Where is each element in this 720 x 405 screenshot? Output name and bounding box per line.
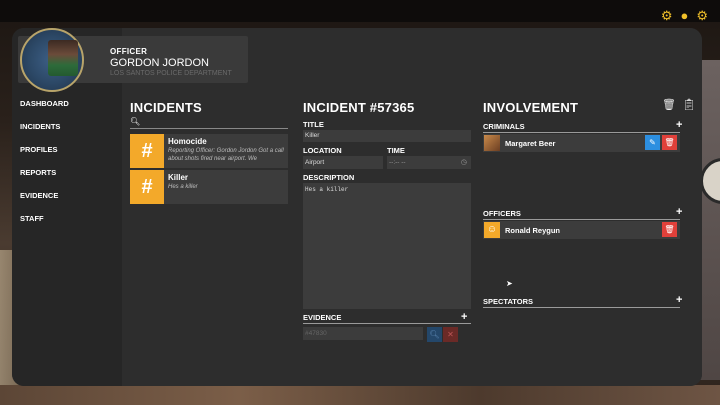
officer-department: LOS SANTOS POLICE DEPARTMENT [110, 70, 232, 77]
time-input[interactable]: --:-- -- ◷ [387, 156, 471, 169]
criminal-name: Margaret Beer [505, 139, 556, 148]
nav-dashboard[interactable]: DASHBOARD [20, 98, 69, 121]
time-label: TIME [387, 146, 405, 155]
clipboard-icon[interactable]: 📋︎ [682, 98, 696, 111]
add-evidence-button[interactable]: + [461, 312, 467, 323]
description-label: DESCRIPTION [303, 173, 355, 182]
hud-icons: ⚙ ● ⚙ [661, 8, 708, 24]
officer-row-name: Ronald Reygun [505, 226, 561, 235]
add-officer-button[interactable]: + [676, 207, 682, 218]
nav-evidence[interactable]: EVIDENCE [20, 190, 69, 213]
hash-icon: # [130, 170, 164, 204]
officer-avatar [20, 28, 84, 92]
incident-item-desc: Hes a killer [168, 184, 198, 190]
search-icon: 🔍︎ [130, 117, 141, 126]
nav-profiles[interactable]: PROFILES [20, 144, 69, 167]
officer-person-icon: ☺ [484, 222, 500, 238]
top-strip [0, 0, 720, 22]
criminal-row[interactable]: Margaret Beer ✎ 🗑︎ [483, 134, 680, 152]
incident-search-input[interactable]: 🔍︎ [130, 117, 288, 129]
incident-detail-title: INCIDENT #57365 [303, 100, 415, 115]
add-criminal-button[interactable]: + [676, 120, 682, 131]
gear-icon: ⚙ [660, 8, 673, 23]
add-spectator-button[interactable]: + [676, 295, 682, 306]
officers-label: OFFICERS [483, 209, 521, 218]
evidence-input[interactable]: #47830 [303, 327, 423, 340]
incident-list-item[interactable]: # Killer Hes a killer [130, 170, 288, 204]
incident-list-item[interactable]: # Homocide Reporting Officer: Gordon Jor… [130, 134, 288, 168]
location-label: LOCATION [303, 146, 342, 155]
avatar-image [48, 40, 78, 76]
bell-icon: ● [680, 8, 689, 23]
officer-name: GORDON JORDON [110, 57, 209, 69]
incident-actions: 🗑︎ 📋︎ 💾︎ [662, 98, 702, 111]
sidebar-nav: DASHBOARD INCIDENTS PROFILES REPORTS EVI… [20, 98, 69, 236]
description-textarea[interactable]: Hes a killer [303, 183, 471, 309]
hash-icon: # [130, 134, 164, 168]
evidence-clear-button[interactable]: ✕ [443, 327, 458, 342]
mdt-tablet: DASHBOARD INCIDENTS PROFILES REPORTS EVI… [12, 28, 702, 386]
nav-staff[interactable]: STAFF [20, 213, 69, 236]
evidence-search-button[interactable]: 🔍︎ [427, 327, 442, 342]
clock-icon: ◷ [460, 159, 467, 166]
incident-item-title: Killer [168, 173, 189, 182]
person-avatar [484, 135, 500, 151]
trash-icon[interactable]: 🗑︎ [662, 98, 676, 111]
involvement-title: INVOLVEMENT [483, 100, 579, 115]
spectators-label: SPECTATORS [483, 297, 534, 306]
evidence-divider [303, 323, 471, 324]
background-floor [0, 385, 720, 405]
spectators-divider [483, 307, 680, 308]
mouse-cursor: ➤ [506, 279, 513, 288]
delete-criminal-button[interactable]: 🗑︎ [662, 135, 677, 150]
settings-icon: ⚙ [696, 8, 708, 23]
officers-divider [483, 219, 680, 220]
incident-item-title: Homocide [168, 137, 207, 146]
edit-criminal-button[interactable]: ✎ [645, 135, 660, 150]
background-wall [700, 60, 720, 380]
title-label: TITLE [303, 120, 324, 129]
officer-row[interactable]: ☺ Ronald Reygun 🗑︎ [483, 221, 680, 239]
time-value: --:-- -- [389, 159, 406, 166]
location-input[interactable]: Airport [303, 156, 383, 169]
criminals-label: CRIMINALS [483, 122, 525, 131]
officer-rank: OFFICER [110, 47, 148, 56]
delete-officer-button[interactable]: 🗑︎ [662, 222, 677, 237]
nav-reports[interactable]: REPORTS [20, 167, 69, 190]
criminals-divider [483, 132, 680, 133]
incident-item-desc: Reporting Officer: Gordon Jordon Got a c… [168, 148, 284, 162]
title-input[interactable]: Killer [303, 130, 471, 142]
nav-incidents[interactable]: INCIDENTS [20, 121, 69, 144]
evidence-label: EVIDENCE [303, 313, 342, 322]
incidents-title: INCIDENTS [130, 100, 202, 115]
